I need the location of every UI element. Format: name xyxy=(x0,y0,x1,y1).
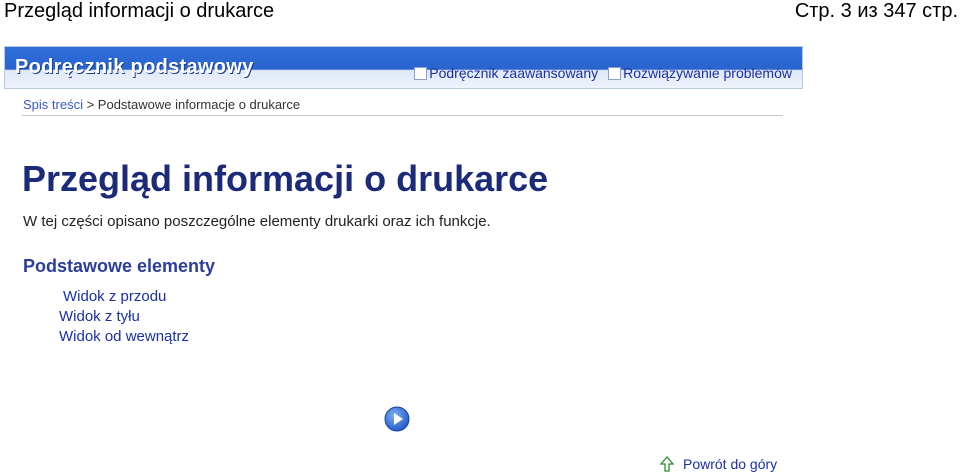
page-counter: Стр. 3 из 347 стр. xyxy=(794,0,958,22)
banner-links: Podręcznik zaawansowany Rozwiązywanie pr… xyxy=(414,65,792,81)
component-link-list: Widok z przodu Widok z tyłu Widok od wew… xyxy=(59,287,189,347)
inside-view-link[interactable]: Widok od wewnątrz xyxy=(59,327,189,347)
rear-view-link[interactable]: Widok z tyłu xyxy=(59,307,189,327)
breadcrumb: Spis treści > Podstawowe informacje o dr… xyxy=(23,97,300,112)
troubleshooting-label: Rozwiązywanie problemów xyxy=(623,65,792,81)
page-title: Przegląd informacji o drukarce xyxy=(4,0,275,22)
section-heading: Podstawowe elementy xyxy=(23,256,216,276)
square-icon xyxy=(414,66,428,80)
manual-banner: Podręcznik podstawowy Podręcznik zaawans… xyxy=(4,46,803,89)
breadcrumb-current: Podstawowe informacje o drukarce xyxy=(97,97,301,112)
main-heading: Przegląd informacji o drukarce xyxy=(22,158,549,199)
up-arrow-icon xyxy=(660,456,674,472)
breadcrumb-separator: > xyxy=(82,97,98,112)
advanced-guide-label: Podręcznik zaawansowany xyxy=(429,65,599,81)
troubleshooting-link[interactable]: Rozwiązywanie problemów xyxy=(608,65,792,81)
play-circle-icon[interactable] xyxy=(384,406,410,432)
breadcrumb-divider xyxy=(22,115,783,116)
intro-text: W tej części opisano poszczególne elemen… xyxy=(23,213,491,230)
breadcrumb-toc-link[interactable]: Spis treści xyxy=(23,97,83,112)
advanced-guide-link[interactable]: Podręcznik zaawansowany xyxy=(414,65,598,81)
banner-title: Podręcznik podstawowy xyxy=(15,56,254,78)
back-to-top-link[interactable]: Powrót do góry xyxy=(660,456,777,472)
square-icon xyxy=(608,66,622,80)
front-view-link[interactable]: Widok z przodu xyxy=(59,287,189,307)
back-to-top-label: Powrót do góry xyxy=(683,456,778,472)
